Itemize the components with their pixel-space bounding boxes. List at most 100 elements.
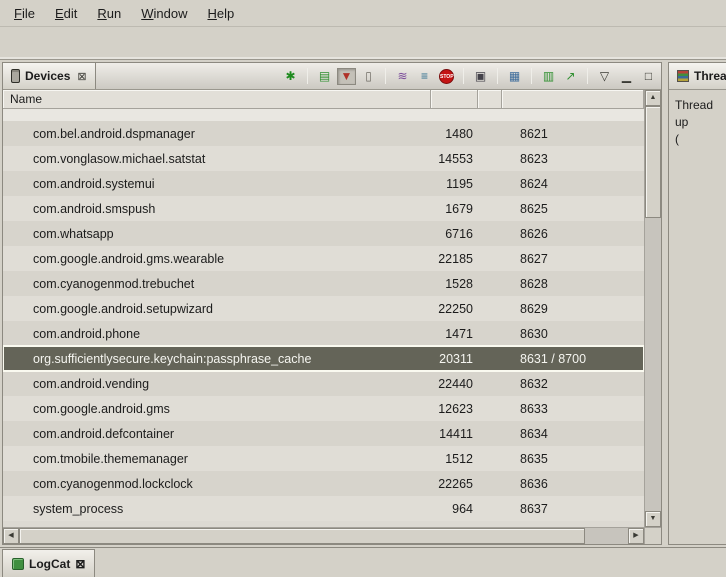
- device-row[interactable]: com.android.smspush 1679 8625: [3, 196, 644, 221]
- device-row[interactable]: com.bel.android.dspmanager 1480 8621: [3, 121, 644, 146]
- debug-port: 8635: [502, 452, 644, 466]
- threads-message: Thread up (: [669, 90, 726, 544]
- process-name: com.android.systemui: [3, 177, 431, 191]
- minimize-icon[interactable]: ▁: [617, 68, 636, 85]
- process-pid: 1679: [431, 202, 478, 216]
- debug-port: 8628: [502, 277, 644, 291]
- device-row[interactable]: com.android.phone 1471 8630: [3, 321, 644, 346]
- device-table: Name com.bel.android.dspmanager 1480 862…: [3, 90, 661, 544]
- device-row[interactable]: com.google.android.gms 12623 8633: [3, 396, 644, 421]
- debug-port: 8624: [502, 177, 644, 191]
- process-pid: 964: [431, 502, 478, 516]
- device-row[interactable]: com.tmobile.thememanager 1512 8635: [3, 446, 644, 471]
- debug-port: 8627: [502, 252, 644, 266]
- update-threads-icon[interactable]: ≋: [393, 68, 412, 85]
- update-heap-icon[interactable]: ▤: [315, 68, 334, 85]
- process-pid: 20311: [431, 352, 478, 366]
- menu-help[interactable]: Help: [197, 0, 244, 26]
- dump-hprof-icon[interactable]: ▼: [337, 68, 356, 85]
- process-name: com.android.vending: [3, 377, 431, 391]
- main-toolbar-strip: [0, 27, 726, 60]
- bottom-tab-bar: LogCat ⊠: [0, 547, 726, 577]
- process-name: com.whatsapp: [3, 227, 431, 241]
- devices-panel: Devices ⊠ ✱▤▼▯≋≡STOP▣▦▥↗▽▁□ Name com.bel: [2, 62, 662, 545]
- screen-capture-icon[interactable]: ▣: [471, 68, 490, 85]
- process-pid: 14411: [431, 427, 478, 441]
- process-pid: 6716: [431, 227, 478, 241]
- scroll-left-icon[interactable]: ◀: [3, 528, 19, 544]
- menu-run[interactable]: Run: [87, 0, 131, 26]
- toolbar-separator: [463, 68, 464, 84]
- debug-port: 8626: [502, 227, 644, 241]
- tab-threads[interactable]: Threads ⊠: [669, 63, 726, 89]
- scroll-right-icon[interactable]: ▶: [628, 528, 644, 544]
- threads-panel: Threads ⊠ Thread up (: [668, 62, 726, 545]
- dump-view-hierarchy-icon[interactable]: ▦: [505, 68, 524, 85]
- horizontal-scrollbar[interactable]: ◀ ▶: [3, 527, 644, 544]
- device-row[interactable]: system_process 964 8637: [3, 496, 644, 521]
- horizontal-scroll-thumb[interactable]: [19, 528, 585, 544]
- scroll-up-icon[interactable]: ▲: [645, 90, 661, 106]
- process-name: com.android.defcontainer: [3, 427, 431, 441]
- process-name: com.cyanogenmod.lockclock: [3, 477, 431, 491]
- device-row[interactable]: com.android.vending 22440 8632: [3, 371, 644, 396]
- maximize-icon[interactable]: □: [639, 68, 658, 85]
- logcat-tab-close-icon[interactable]: ⊠: [75, 557, 85, 571]
- process-name: com.google.android.setupwizard: [3, 302, 431, 316]
- vertical-scroll-thumb[interactable]: [645, 106, 661, 218]
- column-header-name[interactable]: Name: [3, 90, 431, 109]
- process-name: com.google.android.gms.wearable: [3, 252, 431, 266]
- device-table-body: com.bel.android.dspmanager 1480 8621 com…: [3, 109, 644, 527]
- menu-edit[interactable]: Edit: [45, 0, 87, 26]
- view-menu-icon[interactable]: ▽: [595, 68, 614, 85]
- scroll-down-icon[interactable]: ▼: [645, 511, 661, 527]
- device-row[interactable]: com.whatsapp 6716 8626: [3, 221, 644, 246]
- devices-tab-bar: Devices ⊠ ✱ ▤▼▯ ≋≡ STOP ▣ ▦ ▥↗ ▽▁□: [3, 63, 661, 90]
- device-row[interactable]: com.vonglasow.michael.satstat 14553 8623: [3, 146, 644, 171]
- vertical-scroll-track[interactable]: [645, 106, 661, 511]
- device-row[interactable]: com.android.defcontainer 14411 8634: [3, 421, 644, 446]
- debug-port: 8625: [502, 202, 644, 216]
- device-row[interactable]: org.sufficientlysecure.keychain:passphra…: [3, 346, 644, 371]
- horizontal-scroll-track[interactable]: [19, 528, 628, 544]
- devices-toolbar: ✱ ▤▼▯ ≋≡ STOP ▣ ▦ ▥↗ ▽▁□: [281, 63, 658, 89]
- menu-window[interactable]: Window: [131, 0, 197, 26]
- debug-port: 8629: [502, 302, 644, 316]
- partial-row: [3, 109, 644, 121]
- devices-tab-close-icon[interactable]: ⊠: [77, 70, 86, 83]
- debug-port: 8621: [502, 127, 644, 141]
- device-row[interactable]: com.google.android.gms.wearable 22185 86…: [3, 246, 644, 271]
- start-method-profiling-icon[interactable]: ≡: [415, 68, 434, 85]
- menu-bar: File Edit Run Window Help: [0, 0, 726, 27]
- vertical-scrollbar[interactable]: ▲ ▼: [644, 90, 661, 527]
- device-row[interactable]: com.cyanogenmod.lockclock 22265 8636: [3, 471, 644, 496]
- process-name: com.google.android.gms: [3, 402, 431, 416]
- threads-message-line1: Thread up: [675, 97, 724, 131]
- column-header-port[interactable]: [502, 90, 644, 109]
- toolbar-separator: [385, 68, 386, 84]
- debug-port: 8623: [502, 152, 644, 166]
- scrollbar-corner: [644, 527, 661, 544]
- process-name: system_process: [3, 502, 431, 516]
- column-header-blank[interactable]: [478, 90, 502, 109]
- debug-port: 8632: [502, 377, 644, 391]
- process-name: com.cyanogenmod.trebuchet: [3, 277, 431, 291]
- network-stats-icon[interactable]: ↗: [561, 68, 580, 85]
- column-header-pid[interactable]: [431, 90, 478, 109]
- device-row[interactable]: com.android.systemui 1195 8624: [3, 171, 644, 196]
- menu-file[interactable]: File: [4, 0, 45, 26]
- device-row[interactable]: com.google.android.setupwizard 22250 862…: [3, 296, 644, 321]
- cause-gc-icon[interactable]: ▯: [359, 68, 378, 85]
- threads-tab-bar: Threads ⊠: [669, 63, 726, 90]
- device-row[interactable]: com.cyanogenmod.trebuchet 1528 8628: [3, 271, 644, 296]
- debug-process-icon[interactable]: ✱: [281, 68, 300, 85]
- tab-logcat[interactable]: LogCat ⊠: [2, 549, 95, 577]
- systrace-icon[interactable]: ▥: [539, 68, 558, 85]
- tab-devices[interactable]: Devices ⊠: [3, 63, 96, 89]
- process-name: com.android.phone: [3, 327, 431, 341]
- process-name: com.tmobile.thememanager: [3, 452, 431, 466]
- process-pid: 1512: [431, 452, 478, 466]
- stop-process-icon[interactable]: STOP: [439, 69, 454, 84]
- process-pid: 1195: [431, 177, 478, 191]
- logcat-tab-label: LogCat: [29, 557, 70, 571]
